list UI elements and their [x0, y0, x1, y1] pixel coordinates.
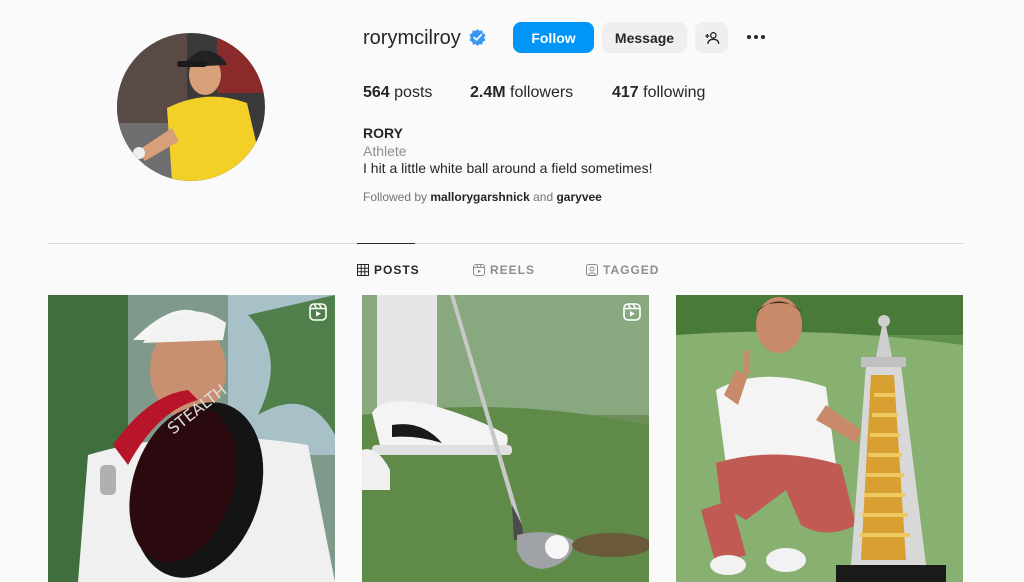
followed-by[interactable]: Followed by mallorygarshnick and garyvee [363, 190, 602, 204]
tagged-icon [586, 264, 598, 276]
tab-posts[interactable]: POSTS [357, 263, 420, 277]
post-thumbnail[interactable] [362, 295, 649, 582]
posts-count-label: posts [394, 84, 433, 101]
tab-posts-label: POSTS [374, 263, 420, 277]
profile-avatar[interactable] [117, 33, 265, 181]
followers-count-label: followers [510, 84, 574, 101]
profile-bio: I hit a little white ball around a field… [363, 160, 653, 176]
active-tab-indicator [357, 243, 415, 244]
tabs-divider [48, 243, 963, 244]
posts-count: 564 posts [363, 84, 432, 102]
followers-count-value: 2.4M [470, 84, 506, 101]
following-count[interactable]: 417 following [612, 84, 705, 102]
add-user-icon [704, 31, 719, 44]
post-image [362, 295, 649, 582]
followed-by-user[interactable]: garyvee [556, 190, 601, 204]
profile-username: rorymcilroy [363, 27, 461, 49]
tab-tagged[interactable]: TAGGED [586, 263, 659, 277]
profile-full-name: RORY [363, 125, 403, 141]
posts-count-value: 564 [363, 84, 390, 101]
profile-category: Athlete [363, 143, 407, 159]
reel-icon [309, 303, 327, 321]
grid-icon [357, 264, 369, 276]
message-button[interactable]: Message [602, 22, 687, 53]
more-options-icon[interactable] [742, 27, 770, 47]
verified-badge-icon [468, 28, 487, 47]
followed-by-user[interactable]: mallorygarshnick [430, 190, 529, 204]
reels-icon [473, 264, 485, 276]
followers-count[interactable]: 2.4M followers [470, 84, 573, 102]
follow-button[interactable]: Follow [513, 22, 594, 53]
suggested-users-button[interactable] [695, 22, 728, 53]
followed-by-prefix: Followed by [363, 190, 428, 204]
following-count-label: following [643, 84, 706, 101]
tab-reels[interactable]: REELS [473, 263, 535, 277]
tab-reels-label: REELS [490, 263, 536, 277]
followed-by-and: and [533, 190, 554, 204]
reel-icon [623, 303, 641, 321]
post-image: STEALTH [48, 295, 335, 582]
following-count-value: 417 [612, 84, 639, 101]
post-thumbnail[interactable] [676, 295, 963, 582]
post-thumbnail[interactable]: STEALTH [48, 295, 335, 582]
post-image [676, 295, 963, 582]
tab-tagged-label: TAGGED [603, 263, 660, 277]
